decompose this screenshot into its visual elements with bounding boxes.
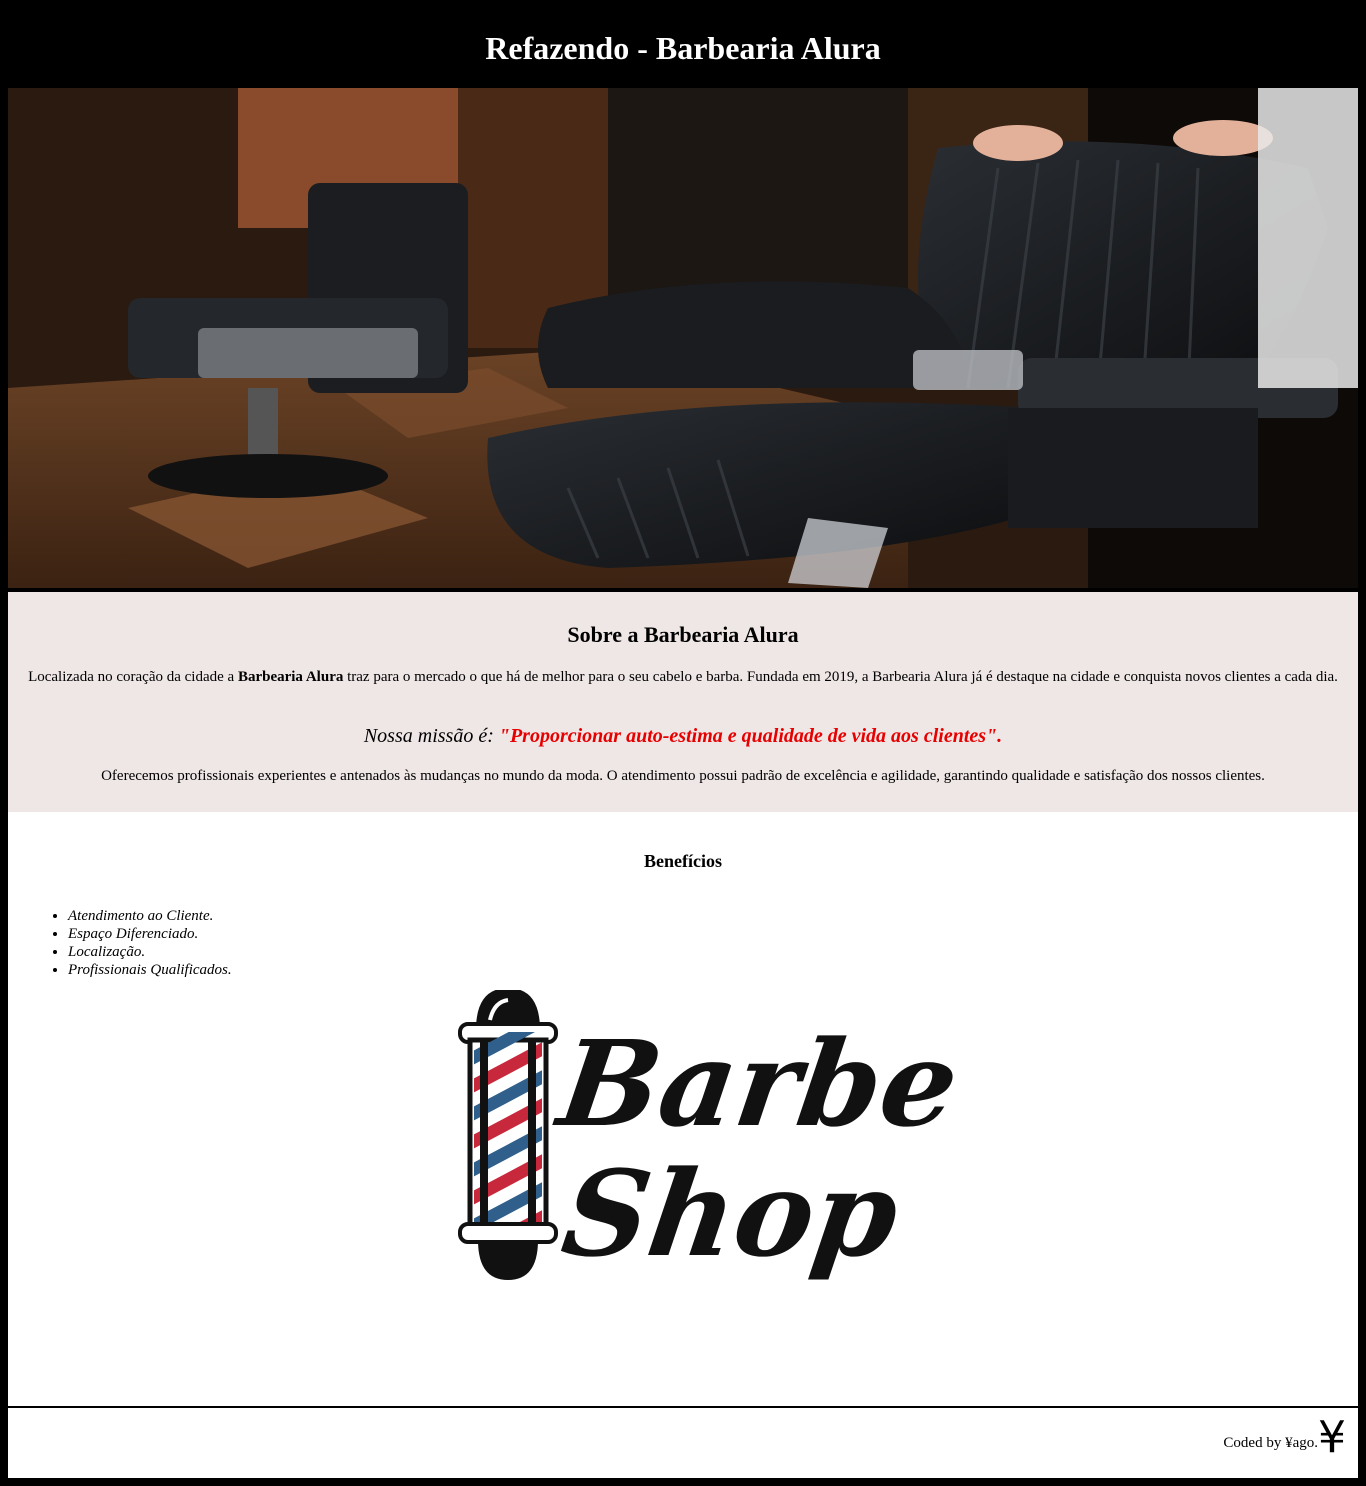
page-title: Refazendo - Barbearia Alura — [485, 29, 881, 66]
banner-image — [8, 88, 1358, 588]
services-paragraph: Oferecemos profissionais experientes e a… — [101, 768, 1265, 784]
about-text-start: Localizada no coração da cidade a — [28, 669, 238, 685]
logo-text-shop: Shop — [555, 1145, 907, 1283]
yen-icon: ¥ — [1318, 1412, 1346, 1463]
logo-text-barber: Barber — [548, 1015, 956, 1153]
about-section: Sobre a Barbearia Alura Localizada no co… — [8, 592, 1358, 812]
list-item: Profissionais Qualificados. — [68, 961, 232, 979]
about-title: Sobre a Barbearia Alura — [567, 622, 799, 647]
list-item: Atendimento ao Cliente. — [68, 907, 232, 925]
about-paragraph: Localizada no coração da cidade a Barbea… — [18, 668, 1348, 687]
barber-pole-icon: Barber Shop — [458, 987, 1038, 1284]
benefits-section: Benefícios Atendimento ao Cliente. Espaç… — [8, 812, 1358, 1406]
mission-quote: "Proporcionar auto-estima e qualidade de… — [498, 725, 1003, 747]
benefits-title: Benefícios — [644, 851, 722, 871]
about-text-end: traz para o mercado o que há de melhor p… — [343, 669, 1338, 685]
barber-shop-logo: Barber Shop — [456, 987, 1038, 1285]
benefits-list: Atendimento ao Cliente. Espaço Diferenci… — [28, 907, 232, 979]
page-header: Refazendo - Barbearia Alura — [0, 0, 1366, 88]
list-item: Localização. — [68, 943, 232, 961]
mission-statement: Nossa missão é: "Proporcionar auto-estim… — [8, 725, 1358, 748]
page-footer: Coded by ¥ago. ¥ — [8, 1408, 1358, 1478]
mission-label: Nossa missão é: — [363, 725, 499, 747]
footer-credit: Coded by ¥ago. — [1223, 1435, 1318, 1451]
list-item: Espaço Diferenciado. — [68, 925, 232, 943]
about-brand-name: Barbearia Alura — [237, 669, 344, 685]
barber-chair-photo-icon — [8, 88, 1358, 588]
